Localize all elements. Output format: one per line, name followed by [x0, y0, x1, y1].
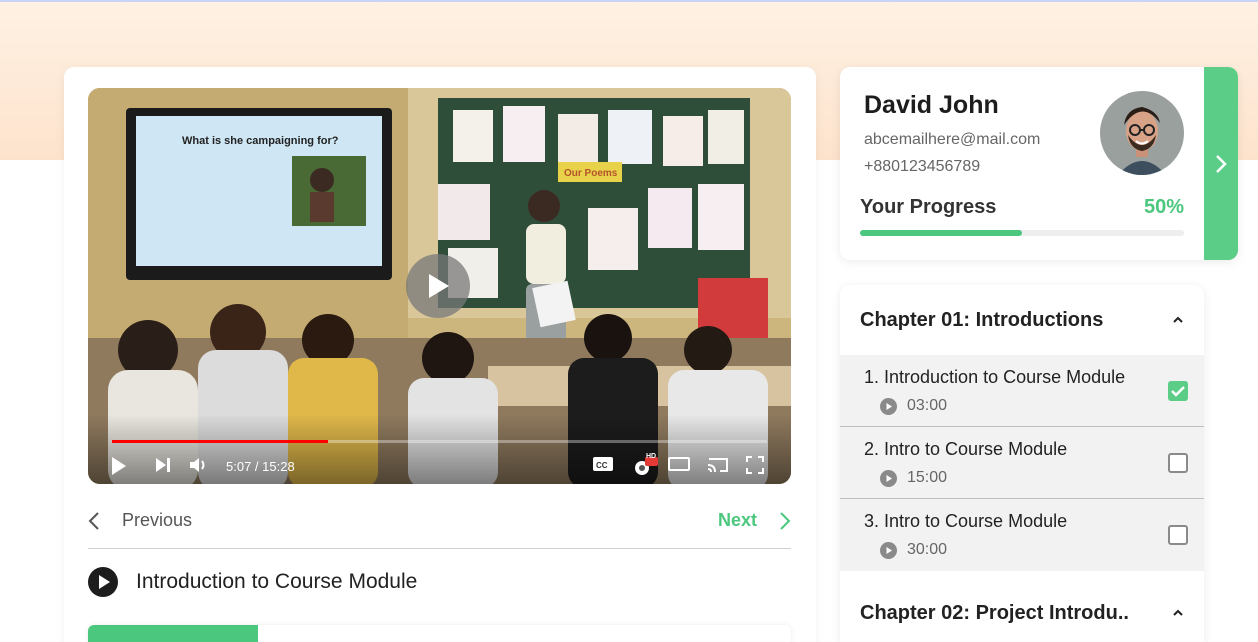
board-label: Our Poems — [564, 168, 618, 179]
video-player[interactable]: What is she campaigning for? Our Poems 5… — [88, 88, 791, 484]
lecture-complete-checkbox[interactable] — [1168, 525, 1188, 545]
chevron-up-icon — [1173, 316, 1183, 323]
settings-button[interactable]: HD — [632, 453, 658, 478]
volume-icon — [190, 458, 205, 472]
fullscreen-icon — [746, 456, 764, 474]
volume-button[interactable] — [188, 456, 208, 474]
lecture-duration: 15:00 — [907, 469, 948, 486]
seek-progress — [112, 440, 329, 443]
lecture-complete-checkbox[interactable] — [1168, 453, 1188, 473]
lecture-meta: 03:00 — [880, 397, 947, 415]
avatar — [1100, 91, 1184, 175]
lesson-navigation: Previous Next — [88, 504, 791, 549]
play-icon — [429, 274, 449, 298]
checkmark-icon — [1171, 386, 1185, 397]
progress-label: Your Progress — [860, 196, 997, 218]
chevron-right-icon — [780, 511, 791, 530]
slide-caption: What is she campaigning for? — [182, 135, 339, 147]
next-video-button[interactable] — [154, 456, 172, 474]
profile-name: David John — [864, 91, 999, 119]
lecture-duration: 03:00 — [907, 397, 948, 414]
play-circle-icon — [880, 541, 897, 559]
chevron-left-icon — [88, 511, 99, 530]
center-play-button[interactable] — [406, 254, 470, 318]
current-lesson-header: Introduction to Course Module — [88, 567, 417, 597]
progress-value: 50% — [1143, 196, 1184, 218]
player-controls-bar: 5:07 / 15:28 CC HD — [88, 414, 791, 484]
cast-button[interactable] — [706, 456, 730, 474]
theater-mode-icon — [668, 457, 690, 471]
lecture-complete-checkbox[interactable] — [1168, 381, 1188, 401]
chapter-header-2[interactable]: Chapter 02: Project Introdu.. — [840, 578, 1204, 642]
fullscreen-button[interactable] — [746, 456, 764, 474]
course-player-card: What is she campaigning for? Our Poems 5… — [64, 67, 816, 642]
chevron-up-icon — [1173, 609, 1183, 616]
lecture-duration: 30:00 — [907, 541, 948, 558]
play-circle-icon — [880, 469, 897, 487]
content-tabs — [88, 625, 791, 642]
next-button[interactable]: Next — [718, 510, 791, 531]
chevron-right-icon — [1216, 154, 1227, 173]
play-pause-button[interactable] — [110, 456, 128, 476]
chapter-list: Chapter 01: Introductions 1. Introductio… — [840, 285, 1204, 642]
previous-button[interactable]: Previous — [88, 510, 192, 531]
play-circle-icon — [88, 567, 118, 597]
chapter-title: Chapter 02: Project Introdu.. — [860, 601, 1129, 624]
lecture-item[interactable]: 3. Intro to Course Module 30:00 — [840, 499, 1204, 571]
lecture-item[interactable]: 1. Introduction to Course Module 03:00 — [840, 355, 1204, 427]
tab-active[interactable] — [88, 625, 258, 642]
seek-bar[interactable] — [112, 440, 767, 443]
course-progress-bar — [860, 230, 1184, 236]
course-progress-fill — [860, 230, 1022, 236]
profile-card: David John abcemailhere@mail.com +880123… — [840, 67, 1238, 260]
closed-captions-icon: CC — [593, 457, 613, 471]
captions-button[interactable]: CC — [592, 456, 614, 472]
chapter-header-1[interactable]: Chapter 01: Introductions — [840, 285, 1204, 355]
play-icon — [112, 457, 126, 475]
profile-email: abcemailhere@mail.com — [864, 131, 1041, 148]
time-display: 5:07 / 15:28 — [226, 459, 295, 474]
profile-expand-button[interactable] — [1204, 67, 1238, 260]
skip-next-icon — [156, 458, 170, 472]
next-label: Next — [717, 510, 757, 530]
lecture-meta: 15:00 — [880, 469, 947, 487]
previous-label: Previous — [122, 510, 193, 530]
chapter-title: Chapter 01: Introductions — [860, 308, 1104, 331]
avatar-portrait — [1100, 91, 1184, 175]
hd-badge: HD — [646, 453, 657, 460]
lecture-title: 3. Intro to Course Module — [864, 511, 1068, 531]
lecture-title: 1. Introduction to Course Module — [864, 367, 1126, 387]
lecture-meta: 30:00 — [880, 541, 947, 559]
lecture-title: 2. Intro to Course Module — [864, 439, 1068, 459]
svg-text:CC: CC — [596, 461, 608, 470]
theater-mode-button[interactable] — [668, 456, 690, 472]
current-lesson-title: Introduction to Course Module — [136, 570, 418, 593]
lecture-item[interactable]: 2. Intro to Course Module 15:00 — [840, 427, 1204, 499]
cast-icon — [707, 458, 728, 473]
play-circle-icon — [880, 397, 897, 415]
profile-phone: +880123456789 — [864, 158, 981, 175]
